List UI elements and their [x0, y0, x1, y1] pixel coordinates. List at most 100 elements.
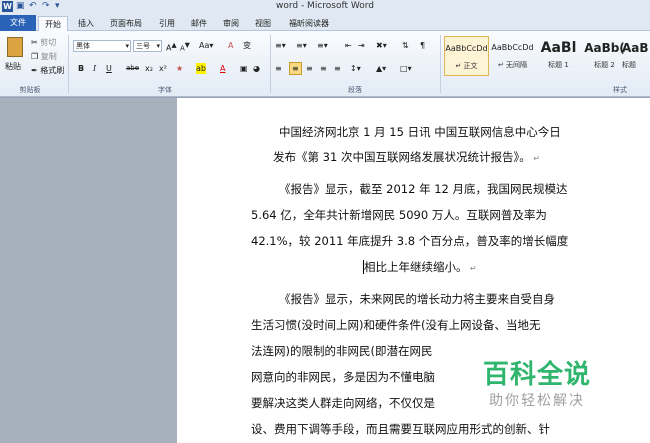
paintbrush-icon: ✒ [31, 66, 38, 75]
distribute-button[interactable]: ≡ [334, 63, 341, 74]
underline-button[interactable]: U [106, 63, 112, 74]
sort-button[interactable]: ⇅ [402, 40, 409, 51]
font-group-label: 字体 [158, 86, 172, 94]
scissors-icon: ✂ [31, 38, 38, 47]
bullet-list-icon: ≡ [275, 41, 282, 50]
paragraph-line: 要解决这类人群走向网络，不仅仅是 [251, 396, 435, 410]
paragraph-line: 发布《第 31 次中国互联网络发展状况统计报告》。 ↵ [273, 150, 540, 164]
character-shading-icon[interactable]: ▣ [240, 63, 248, 74]
shrink-font-button[interactable]: A▼ [180, 40, 190, 55]
paragraph-line: 42.1%，较 2011 年底提升 3.8 个百分点，普及率的增长幅度 [251, 234, 569, 248]
paragraph-mark-icon: ↵ [467, 264, 477, 273]
strikethrough-button[interactable]: abe [126, 63, 139, 74]
align-right-icon: ≡ [306, 64, 313, 73]
paste-button[interactable]: 粘贴 [4, 35, 26, 75]
paint-bucket-icon: ▲ [376, 64, 383, 73]
group-divider [68, 35, 69, 93]
chinese-layout-button[interactable]: ✖▾ [376, 40, 387, 51]
phonetic-guide-icon[interactable]: 变 [243, 40, 251, 51]
show-marks-button[interactable]: ¶ [420, 40, 425, 51]
style-normal[interactable]: AaBbCcDd ↵ 正文 [444, 36, 489, 76]
group-divider [440, 35, 441, 93]
title-bar: W ▣ ↶ ↷ ▾ word - Microsoft Word [0, 0, 650, 14]
line-spacing-button[interactable]: ↕▾ [350, 63, 361, 74]
increase-indent-icon: ⇥ [358, 41, 365, 50]
multilevel-list-button[interactable]: ≡▾ [317, 40, 328, 51]
styles-group-label: 样式 [613, 86, 627, 94]
superscript-button[interactable]: x² [159, 63, 167, 74]
align-center-icon: ≡ [292, 64, 299, 73]
chevron-down-icon: ▾ [125, 42, 129, 50]
format-painter-button[interactable]: ✒ 格式刷 [31, 65, 64, 76]
paragraph-line: 法连网)的限制的非网民(即潜在网民 [251, 344, 433, 358]
tab-view[interactable]: 视图 [249, 16, 277, 31]
borders-icon: □ [400, 64, 408, 73]
font-size-select[interactable]: 三号 ▾ [133, 40, 162, 52]
paragraph-group-label: 段落 [348, 86, 362, 94]
align-left-icon: ≡ [275, 64, 282, 73]
decrease-indent-icon: ⇤ [345, 41, 352, 50]
cut-button[interactable]: ✂ 剪切 [31, 37, 56, 48]
justify-button[interactable]: ≡ [320, 63, 327, 74]
tab-file[interactable]: 文件 [0, 15, 36, 31]
watermark-subtitle: 助你轻松解决 [489, 393, 585, 409]
change-case-button[interactable]: Aa▾ [199, 40, 213, 51]
bullets-button[interactable]: ≡▾ [275, 40, 286, 51]
style-heading-1[interactable]: AaBl 标题 1 [536, 36, 581, 76]
subscript-button[interactable]: x₂ [145, 63, 153, 74]
style-heading-2[interactable]: AaBb( 标题 2 [582, 36, 627, 76]
ribbon: 粘贴 ✂ 剪切 ❐ 复制 ✒ 格式刷 剪贴板 黑体 ▾ 三号 ▾ A▲ A▼ Aa▾… [0, 31, 650, 97]
align-right-button[interactable]: ≡ [306, 63, 313, 74]
paste-label: 粘贴 [5, 62, 21, 71]
copy-icon: ❐ [31, 52, 39, 61]
italic-button[interactable]: I [93, 63, 96, 74]
highlight-button[interactable]: ab [196, 63, 206, 74]
paragraph-line: 中国经济网北京 1 月 15 日讯 中国互联网信息中心今日 [279, 125, 561, 139]
chinese-layout-icon: ✖ [376, 41, 383, 50]
distribute-icon: ≡ [334, 64, 341, 73]
paragraph-line: 设、费用下调等手段，而且需要互联网应用形式的创新、针 [251, 422, 550, 436]
paragraph-line: 生活习惯(没时间上网)和硬件条件(没有上网设备、当地无 [251, 318, 541, 332]
numbering-button[interactable]: ≡▾ [296, 40, 307, 51]
pilcrow-icon: ¶ [420, 41, 426, 50]
watermark: 百科全说 助你轻松解决 [483, 354, 613, 414]
align-center-button[interactable]: ≡ [289, 62, 302, 75]
copy-button[interactable]: ❐ 复制 [31, 51, 57, 62]
text-effects-icon[interactable]: ★ [176, 63, 183, 74]
tab-references[interactable]: 引用 [153, 16, 181, 31]
tab-page-layout[interactable]: 页面布局 [104, 16, 148, 31]
font-family-select[interactable]: 黑体 ▾ [73, 40, 131, 52]
line-spacing-icon: ↕ [350, 64, 357, 73]
increase-indent-button[interactable]: ⇥ [358, 40, 365, 51]
paragraph-line: 相比上年继续缩小。 ↵ [363, 260, 477, 274]
paragraph-line: 5.64 亿，全年共计新增网民 5090 万人。互联网普及率为 [251, 208, 547, 222]
clear-formatting-button[interactable]: A [228, 40, 233, 51]
clipboard-icon [7, 37, 23, 57]
tab-mailings[interactable]: 邮件 [185, 16, 213, 31]
tab-home[interactable]: 开始 [38, 16, 68, 31]
clipboard-group-label: 剪贴板 [19, 86, 41, 94]
watermark-title: 百科全说 [483, 360, 592, 390]
window-title: word - Microsoft Word [275, 1, 375, 11]
style-title[interactable]: AaB 标题 [622, 36, 650, 76]
paragraph-line: 网意向的非网民，多是因为不懂电脑 [251, 370, 435, 384]
grow-font-button[interactable]: A▲ [166, 40, 177, 54]
style-no-spacing[interactable]: AaBbCcDd ↵ 无间隔 [490, 36, 535, 76]
paragraph-line: 《报告》显示，未来网民的增长动力将主要来自受自身 [279, 292, 555, 306]
group-divider [270, 35, 271, 93]
decrease-indent-button[interactable]: ⇤ [345, 40, 352, 51]
tab-foxit-reader[interactable]: 福昕阅读器 [283, 16, 335, 31]
enclose-characters-icon[interactable]: ◕ [253, 63, 260, 74]
bold-button[interactable]: B [78, 63, 84, 74]
paragraph-line: 《报告》显示，截至 2012 年 12 月底，我国网民规模达 [279, 182, 568, 196]
tab-review[interactable]: 审阅 [217, 16, 245, 31]
sort-icon: ⇅ [402, 41, 409, 50]
paragraph-mark-icon: ↵ [530, 154, 540, 163]
shading-button[interactable]: ▲▾ [376, 63, 386, 74]
multilevel-list-icon: ≡ [317, 41, 324, 50]
borders-button[interactable]: □▾ [400, 63, 412, 74]
font-color-button[interactable]: A [220, 63, 225, 74]
numbered-list-icon: ≡ [296, 41, 303, 50]
align-left-button[interactable]: ≡ [275, 63, 282, 74]
tab-insert[interactable]: 插入 [72, 16, 100, 31]
